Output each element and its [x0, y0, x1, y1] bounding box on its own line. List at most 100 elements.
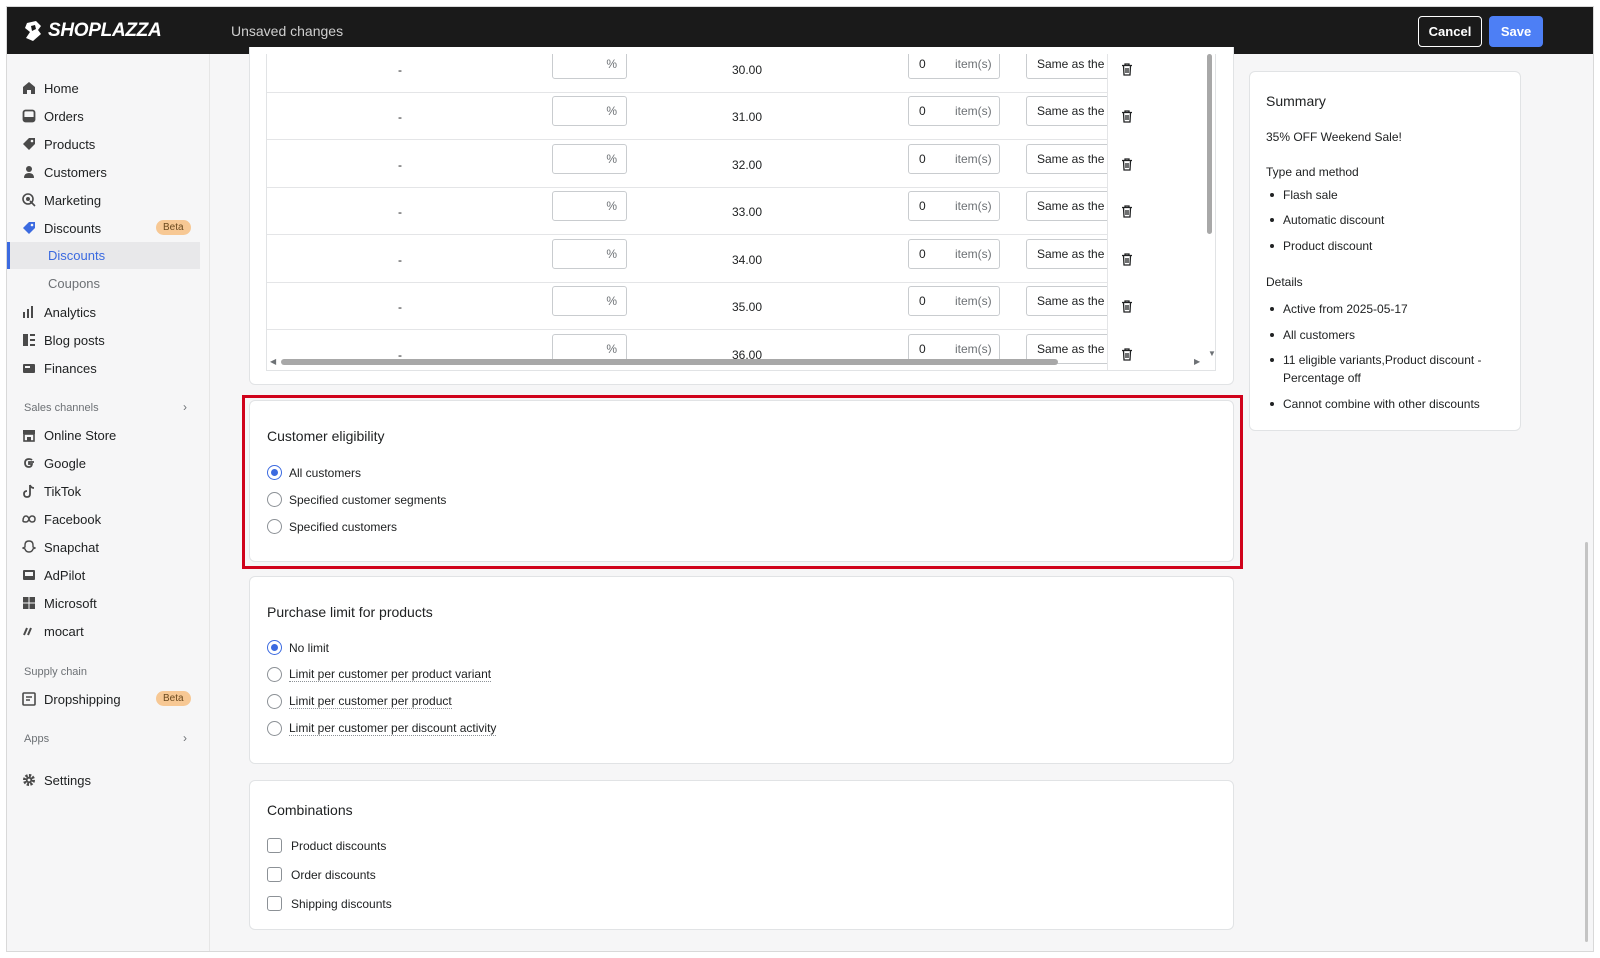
summary-list-item: Active from 2025-05-17	[1270, 300, 1503, 318]
radio-button[interactable]	[267, 667, 282, 682]
checkbox-order-discounts[interactable]: Order discounts	[267, 867, 376, 882]
trash-icon[interactable]	[1121, 63, 1133, 76]
percent-unit: %	[606, 104, 617, 118]
quantity-unit: item(s)	[955, 294, 992, 308]
snapchat-icon	[22, 540, 36, 553]
store-icon	[23, 430, 35, 442]
chevron-right-icon[interactable]: ›	[183, 400, 187, 414]
percent-input[interactable]: %	[552, 191, 627, 221]
combinations-card: Combinations Product discounts Order dis…	[249, 780, 1234, 930]
quantity-unit: item(s)	[955, 199, 992, 213]
trash-icon[interactable]	[1121, 253, 1133, 266]
sidebar-item-online-store[interactable]: Online Store	[7, 422, 200, 448]
percent-input[interactable]: %	[552, 144, 627, 174]
shoplazza-logo-icon	[25, 21, 41, 41]
limit-select[interactable]: Same as the product	[1026, 191, 1110, 221]
sidebar-item-settings[interactable]: Settings	[7, 767, 200, 793]
sidebar-item-marketing[interactable]: Marketing	[7, 187, 200, 213]
save-button[interactable]: Save	[1489, 16, 1543, 47]
trash-icon[interactable]	[1121, 348, 1133, 361]
percent-input[interactable]: %	[552, 286, 627, 316]
trash-icon[interactable]	[1121, 158, 1133, 171]
quantity-input[interactable]: 0 item(s)	[908, 286, 1000, 316]
limit-select[interactable]: Same as the product	[1026, 96, 1110, 126]
sidebar-item-blog-posts[interactable]: Blog posts	[7, 327, 200, 353]
sidebar-item-label: Orders	[44, 108, 84, 124]
sidebar-item-dropshipping[interactable]: Dropshipping Beta	[7, 686, 200, 712]
price-cell: 31.00	[732, 110, 763, 124]
sidebar-item-home[interactable]: Home	[7, 75, 200, 101]
checkbox[interactable]	[267, 896, 282, 911]
apps-header[interactable]: Apps	[24, 733, 49, 745]
radio-no-limit[interactable]: No limit	[267, 640, 329, 655]
sidebar-item-label: Microsoft	[44, 595, 97, 611]
radio-button[interactable]	[267, 721, 282, 736]
limit-select[interactable]: Same as the product	[1026, 144, 1110, 174]
limit-select[interactable]: Same as the product	[1026, 239, 1110, 269]
percent-input[interactable]: %	[552, 96, 627, 126]
sidebar-item-label: Discounts	[44, 220, 102, 236]
sidebar-item-microsoft[interactable]: Microsoft	[7, 590, 200, 616]
checkbox[interactable]	[267, 838, 282, 853]
radio-button[interactable]	[267, 640, 282, 655]
checkbox-shipping-discounts[interactable]: Shipping discounts	[267, 896, 392, 911]
price-cell: 33.00	[732, 205, 763, 219]
scroll-right-arrow-icon[interactable]: ▶	[1194, 357, 1200, 366]
sidebar-item-facebook[interactable]: Facebook	[7, 506, 200, 532]
blog-icon	[23, 334, 35, 346]
sales-channels-header[interactable]: Sales channels	[24, 402, 99, 414]
sidebar-item-finances[interactable]: Finances	[7, 355, 200, 381]
percent-input[interactable]: %	[552, 54, 627, 79]
sidebar-item-orders[interactable]: Orders	[7, 103, 200, 129]
variants-table[interactable]: - % 30.00 0 item(s) Same as the product -…	[266, 54, 1216, 371]
horizontal-scrollbar[interactable]	[281, 359, 1058, 365]
sidebar-item-label: Settings	[44, 772, 91, 788]
limit-select[interactable]: Same as the product	[1026, 54, 1110, 79]
quantity-input[interactable]: 0 item(s)	[908, 54, 1000, 79]
scroll-left-arrow-icon[interactable]: ◀	[270, 357, 276, 366]
limit-select[interactable]: Same as the product	[1026, 286, 1110, 316]
highlight-box	[242, 395, 1243, 569]
quantity-input[interactable]: 0 item(s)	[908, 239, 1000, 269]
trash-icon[interactable]	[1121, 110, 1133, 123]
trash-icon[interactable]	[1121, 300, 1133, 313]
quantity-value: 0	[919, 199, 926, 213]
radio-limit-per-product[interactable]: Limit per customer per product	[267, 694, 452, 709]
quantity-unit: item(s)	[955, 247, 992, 261]
sidebar-item-customers[interactable]: Customers	[7, 159, 200, 185]
discount-name: 35% OFF Weekend Sale!	[1266, 130, 1402, 144]
page-scrollbar[interactable]	[1585, 542, 1588, 942]
sidebar-subitem-coupons[interactable]: Coupons	[7, 270, 200, 297]
sidebar-item-analytics[interactable]: Analytics	[7, 299, 200, 325]
vertical-scrollbar[interactable]	[1207, 54, 1212, 234]
sidebar-item-discounts[interactable]: Discounts Beta	[7, 215, 200, 241]
checkbox-product-discounts[interactable]: Product discounts	[267, 838, 386, 853]
table-row: - % 35.00 0 item(s) Same as the product	[267, 283, 1204, 330]
radio-button[interactable]	[267, 694, 282, 709]
quantity-input[interactable]: 0 item(s)	[908, 96, 1000, 126]
cancel-button[interactable]: Cancel	[1418, 16, 1482, 47]
bar-chart-icon	[23, 306, 33, 318]
original-price-cell: -	[398, 110, 402, 124]
sidebar-item-mocart[interactable]: mocart	[7, 618, 200, 644]
type-method-heading: Type and method	[1266, 165, 1359, 179]
brand-logo[interactable]: SHOPLAZZA	[24, 20, 162, 42]
sidebar-subitem-discounts[interactable]: Discounts	[7, 242, 200, 269]
finance-icon	[23, 364, 35, 373]
sidebar-item-label: Blog posts	[44, 332, 105, 348]
quantity-input[interactable]: 0 item(s)	[908, 191, 1000, 221]
percent-input[interactable]: %	[552, 239, 627, 269]
scroll-down-arrow-icon[interactable]: ▼	[1208, 349, 1215, 358]
trash-icon[interactable]	[1121, 205, 1133, 218]
radio-limit-per-activity[interactable]: Limit per customer per discount activity	[267, 721, 497, 736]
chevron-right-icon[interactable]: ›	[183, 731, 187, 745]
sidebar-item-adpilot[interactable]: AdPilot	[7, 562, 200, 588]
sidebar-item-products[interactable]: Products	[7, 131, 200, 157]
sidebar-item-google[interactable]: Google	[7, 450, 200, 476]
radio-limit-per-variant[interactable]: Limit per customer per product variant	[267, 667, 492, 682]
quantity-input[interactable]: 0 item(s)	[908, 144, 1000, 174]
sidebar-item-tiktok[interactable]: TikTok	[7, 478, 200, 504]
summary-list-item: Product discount	[1270, 237, 1503, 255]
sidebar-item-snapchat[interactable]: Snapchat	[7, 534, 200, 560]
checkbox[interactable]	[267, 867, 282, 882]
